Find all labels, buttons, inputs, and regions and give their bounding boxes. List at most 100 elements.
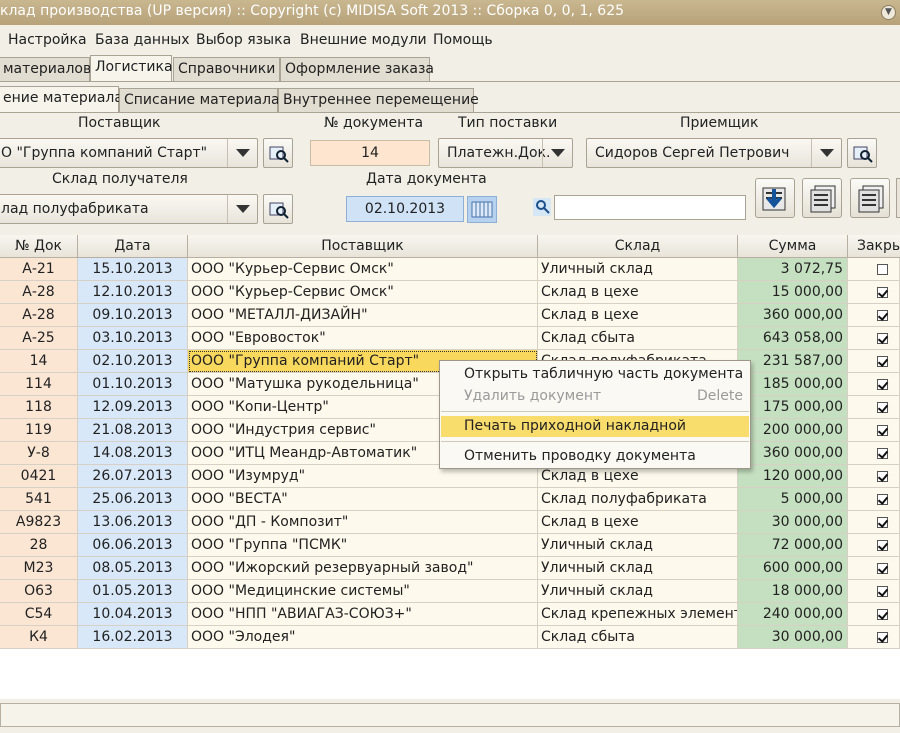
chevron-down-icon[interactable]	[227, 139, 257, 167]
column-header-sum[interactable]: Сумма	[738, 235, 848, 258]
cell-date[interactable]: 09.10.2013	[78, 304, 188, 327]
cell-supplier[interactable]: ООО "Курьер-Сервис Омск"	[188, 258, 538, 281]
cell-doc-number[interactable]: О63	[0, 580, 78, 603]
cell-doc-number[interactable]: 119	[0, 419, 78, 442]
cell-doc-number[interactable]: А-28	[0, 304, 78, 327]
table-row[interactable]: 541 25.06.2013 ООО "ВЕСТА" Склад полуфабрик…	[0, 488, 900, 511]
cell-date[interactable]: 16.02.2013	[78, 626, 188, 649]
column-header-warehouse[interactable]: Склад	[538, 235, 738, 258]
cell-doc-number[interactable]: С54	[0, 603, 78, 626]
cell-supplier[interactable]: ООО "Группа "ПСМК"	[188, 534, 538, 557]
cell-doc-number[interactable]: 0421	[0, 465, 78, 488]
receiver-combo[interactable]: Сидоров Сергей Петрович	[586, 138, 842, 168]
cell-date[interactable]: 13.06.2013	[78, 511, 188, 534]
cell-sum[interactable]: 5 000,00	[738, 488, 848, 511]
cell-doc-number[interactable]: М23	[0, 557, 78, 580]
cell-warehouse[interactable]: Уличный склад	[538, 258, 738, 281]
cell-date[interactable]: 21.08.2013	[78, 419, 188, 442]
cell-sum[interactable]: 360 000,00	[738, 442, 848, 465]
docdate-field[interactable]: 02.10.2013	[346, 196, 464, 222]
closed-checkbox[interactable]	[877, 264, 888, 275]
cell-date[interactable]: 06.06.2013	[78, 534, 188, 557]
cell-date[interactable]: 08.05.2013	[78, 557, 188, 580]
docno-field[interactable]: 14	[310, 140, 430, 166]
cell-doc-number[interactable]: 114	[0, 373, 78, 396]
cell-supplier[interactable]: ООО "Элодея"	[188, 626, 538, 649]
cell-supplier[interactable]: ООО "Курьер-Сервис Омск"	[188, 281, 538, 304]
cell-date[interactable]: 12.10.2013	[78, 281, 188, 304]
closed-checkbox[interactable]	[877, 448, 888, 459]
table-row[interactable]: А-28 09.10.2013 ООО "МЕТАЛЛ-ДИЗАЙН" Склад в…	[0, 304, 900, 327]
cell-warehouse[interactable]: Склад крепежных элементо	[538, 603, 738, 626]
closed-checkbox[interactable]	[877, 517, 888, 528]
cell-doc-number[interactable]: А-25	[0, 327, 78, 350]
cell-warehouse[interactable]: Склад сбыта	[538, 327, 738, 350]
cell-doc-number[interactable]: К4	[0, 626, 78, 649]
cell-doc-number[interactable]: А-21	[0, 258, 78, 281]
cell-doc-number[interactable]: 541	[0, 488, 78, 511]
receiver-lookup-button[interactable]	[847, 138, 877, 168]
import-button[interactable]	[755, 178, 795, 218]
cell-sum[interactable]: 175 000,00	[738, 396, 848, 419]
cell-date[interactable]: 15.10.2013	[78, 258, 188, 281]
cell-supplier[interactable]: ООО "МЕТАЛЛ-ДИЗАЙН"	[188, 304, 538, 327]
cell-date[interactable]: 01.05.2013	[78, 580, 188, 603]
closed-checkbox[interactable]	[877, 333, 888, 344]
closed-checkbox[interactable]	[877, 379, 888, 390]
closed-checkbox[interactable]	[877, 609, 888, 620]
table-row[interactable]: М23 08.05.2013 ООО "Ижорский резервуарный …	[0, 557, 900, 580]
warehouse-combo[interactable]: лад полуфабриката	[0, 194, 258, 224]
column-header-date[interactable]: Дата	[78, 235, 188, 258]
chevron-down-icon[interactable]	[811, 139, 841, 167]
column-header-doc[interactable]: № Док	[0, 235, 78, 258]
cell-supplier[interactable]: ООО "Евровосток"	[188, 327, 538, 350]
menu-settings[interactable]: Настройка	[8, 32, 87, 48]
cell-date[interactable]: 10.04.2013	[78, 603, 188, 626]
closed-checkbox[interactable]	[877, 494, 888, 505]
cell-supplier[interactable]: ООО "Медицинские системы"	[188, 580, 538, 603]
cell-supplier[interactable]: ООО "ВЕСТА"	[188, 488, 538, 511]
cell-supplier[interactable]: ООО "Ижорский резервуарный завод"	[188, 557, 538, 580]
tab-materials[interactable]: материалов	[0, 57, 91, 81]
cell-supplier[interactable]: ООО "ДП - Композит"	[188, 511, 538, 534]
closed-checkbox[interactable]	[877, 425, 888, 436]
column-header-closed[interactable]: Закры	[848, 235, 900, 258]
cell-doc-number[interactable]: 14	[0, 350, 78, 373]
cell-date[interactable]: 26.07.2013	[78, 465, 188, 488]
table-row[interactable]: С54 10.04.2013 ООО "НПП "АВИАГАЗ-СОЮЗ+" Скл…	[0, 603, 900, 626]
tab-logistics[interactable]: Логистика	[90, 55, 173, 81]
menu-cancel-posting[interactable]: Отменить проводку документа	[441, 446, 749, 467]
menu-open-table-part[interactable]: Открыть табличную часть документа	[441, 364, 749, 385]
cell-date[interactable]: 12.09.2013	[78, 396, 188, 419]
table-row[interactable]: К4 16.02.2013 ООО "Элодея" Склад сбыта 30 00…	[0, 626, 900, 649]
table-row[interactable]: А-25 03.10.2013 ООО "Евровосток" Склад сбыт…	[0, 327, 900, 350]
tab-order[interactable]: Оформление заказа	[280, 57, 434, 81]
cell-sum[interactable]: 72 000,00	[738, 534, 848, 557]
cell-supplier[interactable]: ООО "НПП "АВИАГАЗ-СОЮЗ+"	[188, 603, 538, 626]
subtab-receipt[interactable]: ение материала	[0, 86, 123, 112]
menu-help[interactable]: Помощь	[433, 32, 493, 48]
cell-sum[interactable]: 240 000,00	[738, 603, 848, 626]
cell-sum[interactable]: 185 000,00	[738, 373, 848, 396]
cell-doc-number[interactable]: А-28	[0, 281, 78, 304]
chevron-down-icon[interactable]	[542, 139, 572, 167]
tab-references[interactable]: Справочники	[173, 57, 280, 81]
cell-warehouse[interactable]: Склад в цехе	[538, 304, 738, 327]
supplier-lookup-button[interactable]	[263, 138, 293, 168]
menu-database[interactable]: База данных	[95, 32, 190, 48]
menu-delete-document[interactable]: Удалить документ Delete	[441, 386, 749, 407]
table-row[interactable]: А-28 12.10.2013 ООО "Курьер-Сервис Омск" Ск…	[0, 281, 900, 304]
cell-date[interactable]: 14.08.2013	[78, 442, 188, 465]
table-row[interactable]: О63 01.05.2013 ООО "Медицинские системы" Ул…	[0, 580, 900, 603]
cell-warehouse[interactable]: Склад в цехе	[538, 281, 738, 304]
closed-checkbox[interactable]	[877, 402, 888, 413]
cell-warehouse[interactable]: Склад в цехе	[538, 511, 738, 534]
cell-doc-number[interactable]: 28	[0, 534, 78, 557]
cell-date[interactable]: 02.10.2013	[78, 350, 188, 373]
closed-checkbox[interactable]	[877, 287, 888, 298]
cell-sum[interactable]: 30 000,00	[738, 511, 848, 534]
table-row[interactable]: А-21 15.10.2013 ООО "Курьер-Сервис Омск" Ул…	[0, 258, 900, 281]
subtab-write-off[interactable]: Списание материала	[119, 88, 280, 112]
closed-checkbox[interactable]	[877, 586, 888, 597]
cell-date[interactable]: 01.10.2013	[78, 373, 188, 396]
